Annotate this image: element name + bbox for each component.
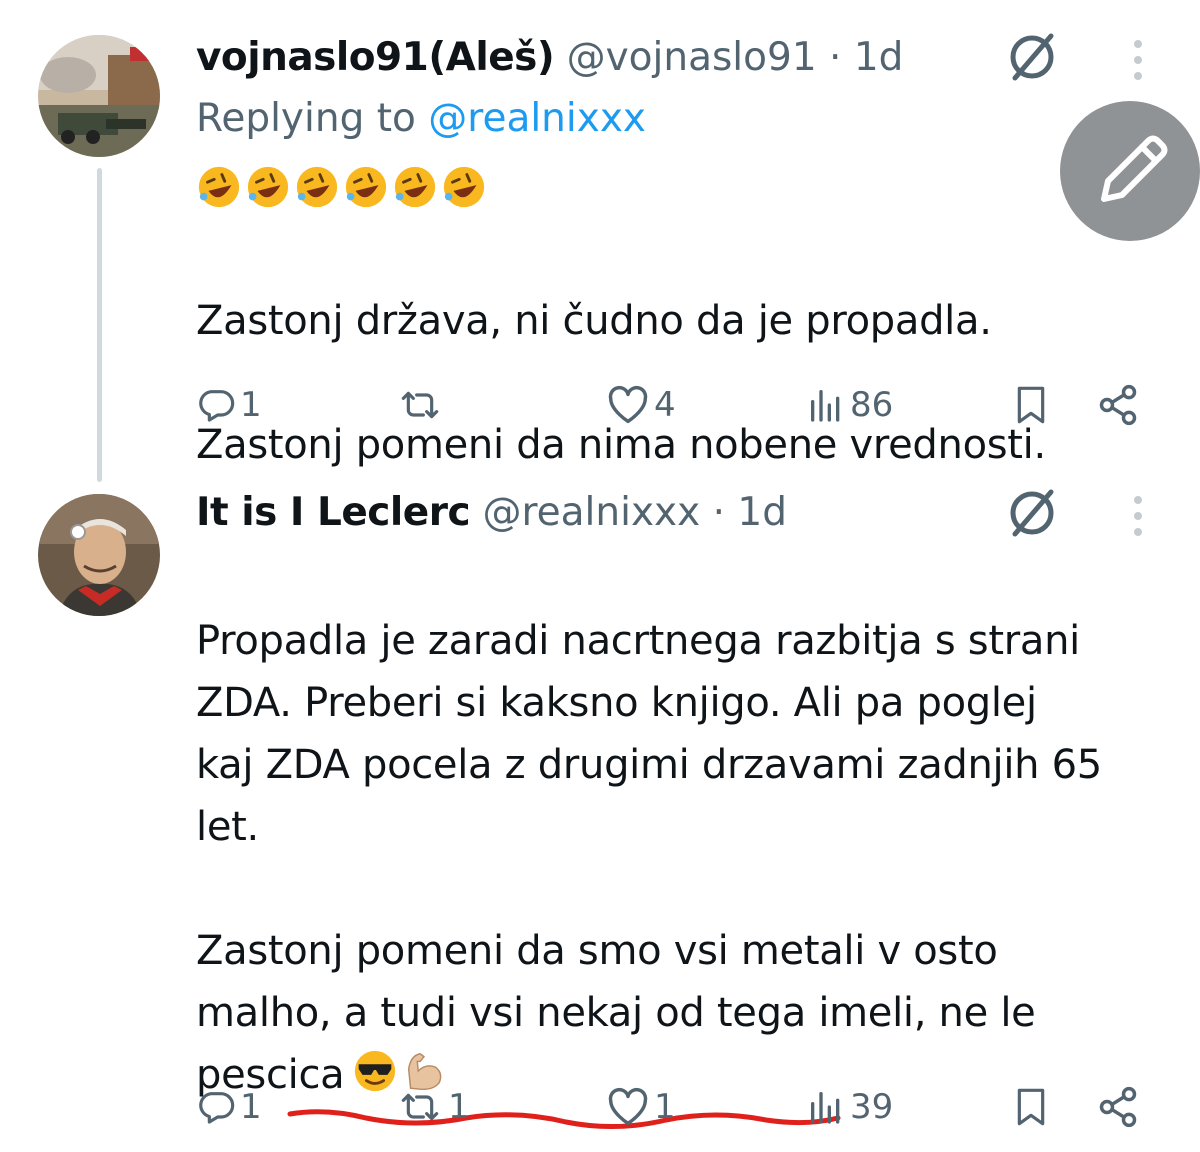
rofl-emoji xyxy=(443,166,485,208)
tweet-header: vojnaslo91(Aleš) @vojnaslo91 · 1d xyxy=(196,34,903,82)
views-icon xyxy=(811,390,840,422)
avatar-vojnaslo91[interactable] xyxy=(38,35,160,157)
tweet-header: It is I Leclerc @realnixxx · 1d xyxy=(196,489,787,537)
timestamp[interactable]: 1d xyxy=(737,490,787,535)
tweet-text: Propadla je zaradi nacrtnega razbitja s … xyxy=(196,548,1186,1106)
timestamp[interactable]: 1d xyxy=(854,35,904,80)
rofl-emoji xyxy=(394,166,436,208)
like-icon xyxy=(608,385,648,424)
repost-icon xyxy=(401,391,439,419)
repost-count: 1 xyxy=(448,1087,470,1127)
more-icon[interactable] xyxy=(1126,494,1150,540)
repost-icon xyxy=(401,1093,439,1121)
display-name[interactable]: It is I Leclerc xyxy=(196,490,471,535)
views-button[interactable]: 86 xyxy=(806,380,893,430)
reply-count: 1 xyxy=(240,1087,262,1127)
replying-mention[interactable]: @realnixxx xyxy=(428,96,646,141)
reply-button[interactable]: 1 xyxy=(196,380,262,430)
like-icon xyxy=(608,1087,648,1126)
compose-icon xyxy=(1101,135,1168,202)
share-button[interactable] xyxy=(1096,380,1140,430)
share-icon xyxy=(1099,1086,1137,1128)
thread-line xyxy=(97,168,102,482)
display-name[interactable]: vojnaslo91(Aleš) xyxy=(196,35,555,80)
grok-icon[interactable] xyxy=(1005,30,1059,84)
action-bar: 1 1 1 39 xyxy=(196,1082,1146,1132)
grok-icon[interactable] xyxy=(1005,486,1059,540)
views-count: 86 xyxy=(850,385,894,425)
repost-button[interactable] xyxy=(396,380,448,430)
separator: · xyxy=(816,35,854,80)
bookmark-icon xyxy=(1017,386,1045,424)
action-bar: 1 4 86 xyxy=(196,380,1146,430)
tweet-2[interactable]: It is I Leclerc @realnixxx · 1d Propadla… xyxy=(0,470,1200,1144)
reply-icon xyxy=(199,390,235,422)
like-button[interactable]: 4 xyxy=(606,380,676,430)
like-count: 1 xyxy=(654,1087,676,1127)
tweet-body: Propadla je zaradi nacrtnega razbitja s … xyxy=(196,618,1102,1098)
rofl-emoji xyxy=(247,166,289,208)
replying-label: Replying to xyxy=(196,96,429,141)
bookmark-button[interactable] xyxy=(1011,380,1051,430)
bookmark-button[interactable] xyxy=(1011,1082,1051,1132)
avatar-realnixxx[interactable] xyxy=(38,494,160,616)
tweet-1[interactable]: vojnaslo91(Aleš) @vojnaslo91 · 1d Replyi… xyxy=(0,0,1200,482)
rofl-emoji xyxy=(296,166,338,208)
share-button[interactable] xyxy=(1096,1082,1140,1132)
separator: · xyxy=(700,490,738,535)
reply-button[interactable]: 1 xyxy=(196,1082,262,1132)
replying-to: Replying to @realnixxx xyxy=(196,96,646,141)
emoji-row xyxy=(196,164,490,210)
handle[interactable]: @realnixxx xyxy=(482,490,700,535)
views-button[interactable]: 39 xyxy=(806,1082,893,1132)
rofl-emoji xyxy=(345,166,387,208)
tweet-text-line: Zastonj država, ni čudno da je propadla. xyxy=(196,298,992,344)
reply-count: 1 xyxy=(240,385,262,425)
views-count: 39 xyxy=(850,1087,894,1127)
views-icon xyxy=(811,1092,840,1124)
share-icon xyxy=(1099,384,1137,426)
repost-button[interactable]: 1 xyxy=(396,1082,470,1132)
rofl-emoji xyxy=(198,166,240,208)
handle[interactable]: @vojnaslo91 xyxy=(567,35,817,80)
bookmark-icon xyxy=(1017,1088,1045,1126)
like-count: 4 xyxy=(654,385,676,425)
compose-button[interactable] xyxy=(1060,101,1200,241)
reply-icon xyxy=(199,1092,235,1124)
like-button[interactable]: 1 xyxy=(606,1082,676,1132)
more-icon[interactable] xyxy=(1126,38,1150,84)
